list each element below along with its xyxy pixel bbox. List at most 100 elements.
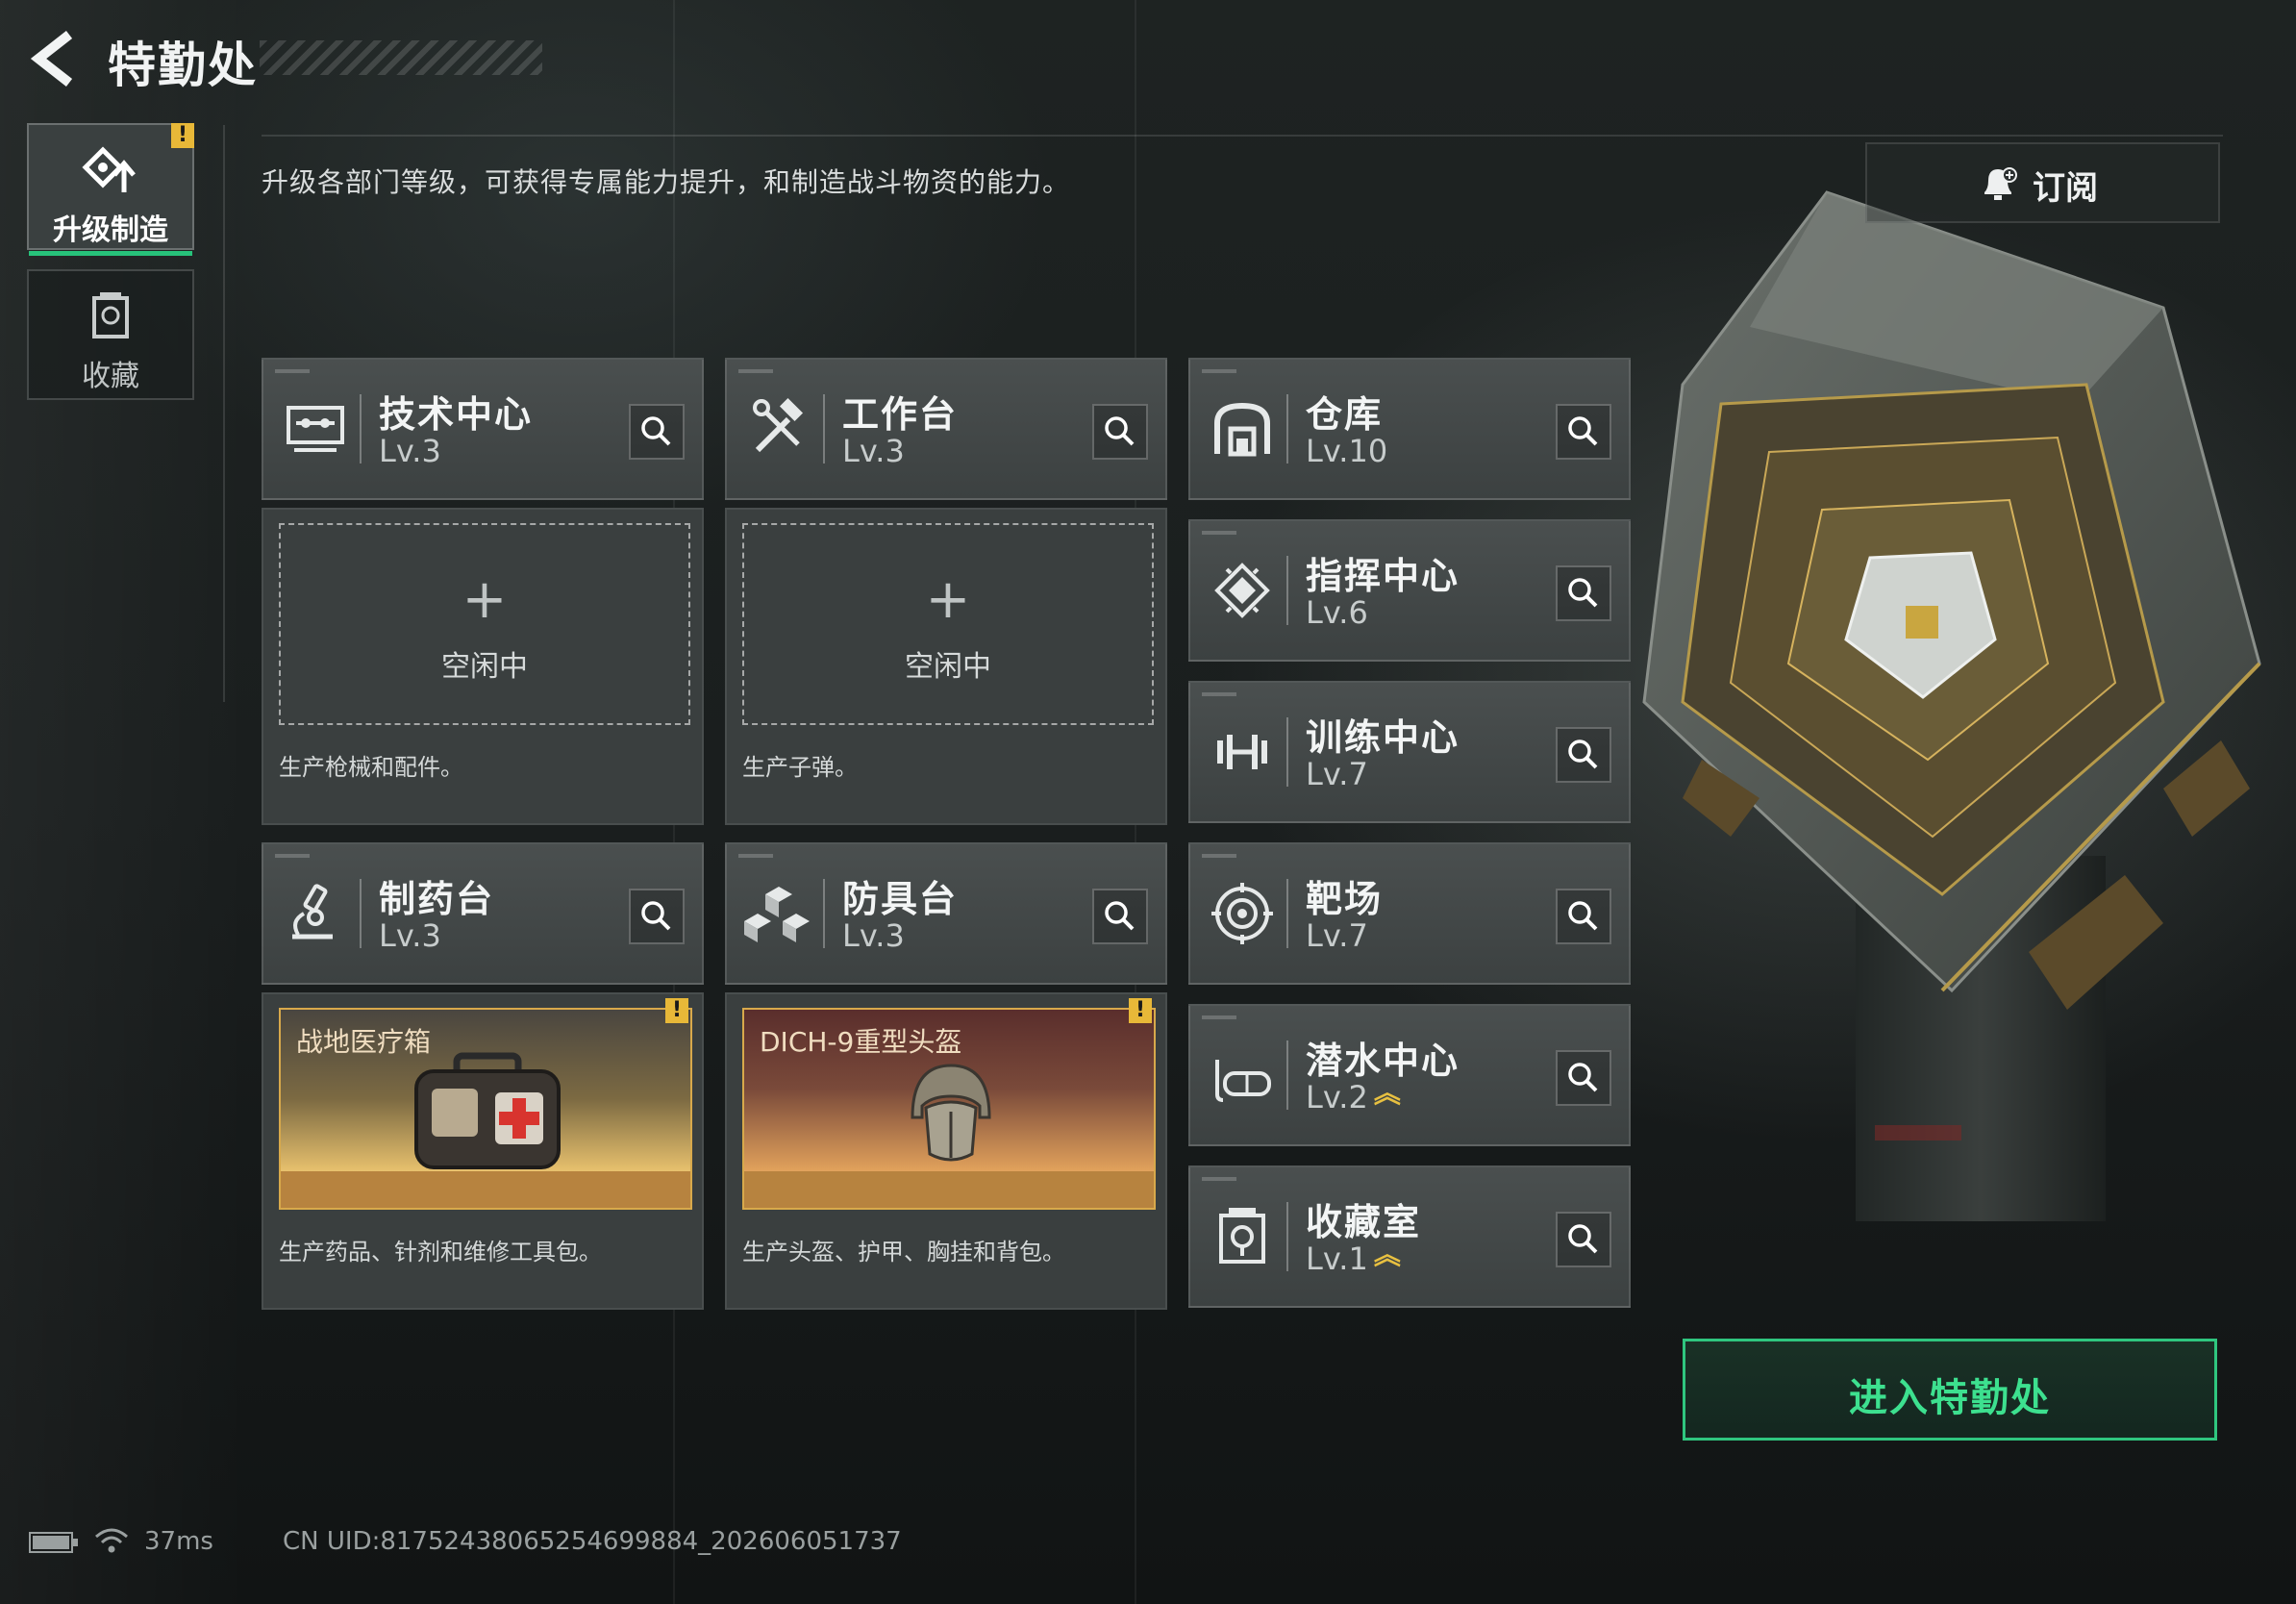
department-card-shooting-range[interactable]: 靶场 Lv.7	[1188, 842, 1631, 985]
card-divider	[1286, 717, 1288, 787]
department-card-warehouse[interactable]: 仓库 Lv.10	[1188, 358, 1631, 500]
idle-production-slot[interactable]: + 空闲中	[742, 523, 1154, 725]
card-divider	[1286, 556, 1288, 625]
department-name: 工作台	[842, 393, 959, 436]
enter-facility-label: 进入特勤处	[1849, 1376, 2051, 1420]
subscribe-button[interactable]: 订阅	[1865, 142, 2220, 223]
department-name: 潜水中心	[1306, 1040, 1460, 1082]
wifi-icon	[95, 1528, 128, 1553]
search-icon[interactable]	[1556, 727, 1611, 783]
level-text: Lv.2	[1306, 1079, 1368, 1115]
department-card-training-center[interactable]: 训练中心 Lv.7	[1188, 681, 1631, 823]
card-divider	[360, 879, 362, 948]
production-item-card[interactable]: 战地医疗箱	[279, 1008, 692, 1210]
alert-badge: !	[1129, 998, 1152, 1023]
production-panel-tech-center: + 空闲中 生产枪械和配件。	[262, 508, 704, 825]
enter-facility-button[interactable]: 进入特勤处	[1683, 1339, 2217, 1441]
department-card-tech-center[interactable]: 技术中心 Lv.3	[262, 358, 704, 500]
department-name: 训练中心	[1306, 716, 1460, 759]
battery-icon	[29, 1532, 78, 1553]
active-indicator	[29, 251, 192, 256]
production-item-footer	[744, 1171, 1154, 1208]
department-level: Lv.7	[1306, 917, 1368, 954]
department-name: 仓库	[1306, 393, 1384, 436]
tools-icon	[753, 397, 804, 453]
monitor-icon	[287, 406, 344, 452]
card-corner-mark	[1202, 531, 1236, 535]
search-icon[interactable]	[1556, 565, 1611, 621]
card-divider	[1286, 1040, 1288, 1110]
department-level: Lv.3	[842, 433, 905, 469]
sidebar-item-label: 收藏	[82, 360, 139, 393]
chip-icon	[1214, 563, 1270, 618]
microscope-icon	[292, 884, 333, 940]
bell-icon	[1984, 167, 2017, 200]
slot-status: 空闲中	[905, 650, 991, 684]
department-level: Lv.3	[842, 917, 905, 954]
add-icon: +	[462, 568, 508, 631]
card-divider	[823, 879, 825, 948]
card-corner-mark	[738, 369, 773, 373]
sidebar-item-upgrade-craft[interactable]: 升级制造 !	[27, 123, 194, 256]
search-icon[interactable]	[1092, 404, 1148, 460]
title-decoration	[260, 40, 542, 75]
department-name: 靶场	[1306, 878, 1384, 920]
department-card-armor[interactable]: 防具台 Lv.3	[725, 842, 1167, 985]
card-divider	[1286, 1202, 1288, 1271]
card-corner-mark	[1202, 854, 1236, 858]
target-icon	[1211, 883, 1273, 944]
warehouse-icon	[1214, 402, 1270, 457]
department-level: Lv.2 ︽	[1306, 1077, 1401, 1116]
department-name: 制药台	[379, 878, 495, 920]
card-divider	[1286, 394, 1288, 464]
department-name: 防具台	[842, 878, 959, 920]
department-card-diving-center[interactable]: 潜水中心 Lv.2 ︽	[1188, 1004, 1631, 1146]
department-name: 收藏室	[1306, 1201, 1422, 1243]
search-icon[interactable]	[629, 404, 685, 460]
ping-readout: 37ms	[144, 1527, 213, 1556]
collection-icon	[92, 292, 129, 338]
production-panel-workbench: + 空闲中 生产子弹。	[725, 508, 1167, 825]
idle-production-slot[interactable]: + 空闲中	[279, 523, 690, 725]
department-card-pharmacy[interactable]: 制药台 Lv.3	[262, 842, 704, 985]
search-icon[interactable]	[629, 889, 685, 944]
card-corner-mark	[275, 854, 310, 858]
upgrade-available-icon: ︽	[1373, 1239, 1401, 1270]
upgrade-available-icon: ︽	[1373, 1077, 1401, 1109]
facility-cube-illustration	[1642, 190, 2261, 1221]
helmet-icon	[911, 1064, 991, 1162]
department-level: Lv.1 ︽	[1306, 1239, 1401, 1278]
medkit-icon	[414, 1052, 561, 1169]
department-level: Lv.7	[1306, 756, 1368, 792]
production-item-card[interactable]: DICH-9重型头盔	[742, 1008, 1156, 1210]
search-icon[interactable]	[1092, 889, 1148, 944]
collection-icon	[1219, 1208, 1265, 1264]
department-card-workbench[interactable]: 工作台 Lv.3	[725, 358, 1167, 500]
slot-status: 空闲中	[441, 650, 528, 684]
page-description: 升级各部门等级，可获得专属能力提升，和制造战斗物资的能力。	[262, 166, 1071, 198]
search-icon[interactable]	[1556, 1050, 1611, 1106]
department-name: 技术中心	[379, 393, 534, 436]
upgrade-icon	[82, 146, 136, 192]
card-corner-mark	[1202, 1177, 1236, 1181]
background-line	[223, 125, 225, 702]
back-arrow-icon[interactable]	[27, 29, 81, 88]
production-note: 生产药品、针剂和维修工具包。	[279, 1239, 602, 1266]
search-icon[interactable]	[1556, 889, 1611, 944]
sidebar-item-label: 升级制造	[53, 213, 168, 247]
production-note: 生产子弹。	[742, 754, 858, 781]
level-text: Lv.1	[1306, 1241, 1368, 1277]
search-icon[interactable]	[1556, 404, 1611, 460]
card-corner-mark	[738, 854, 773, 858]
alert-badge: !	[171, 123, 194, 148]
production-item-footer	[281, 1171, 690, 1208]
sidebar-item-collection[interactable]: 收藏	[27, 269, 194, 400]
department-level: Lv.3	[379, 917, 441, 954]
department-card-collection-room[interactable]: 收藏室 Lv.1 ︽	[1188, 1165, 1631, 1308]
search-icon[interactable]	[1556, 1212, 1611, 1267]
production-note: 生产头盔、护甲、胸挂和背包。	[742, 1239, 1065, 1266]
card-divider	[360, 394, 362, 464]
card-corner-mark	[275, 369, 310, 373]
department-card-command-center[interactable]: 指挥中心 Lv.6	[1188, 519, 1631, 662]
add-icon: +	[925, 568, 971, 631]
